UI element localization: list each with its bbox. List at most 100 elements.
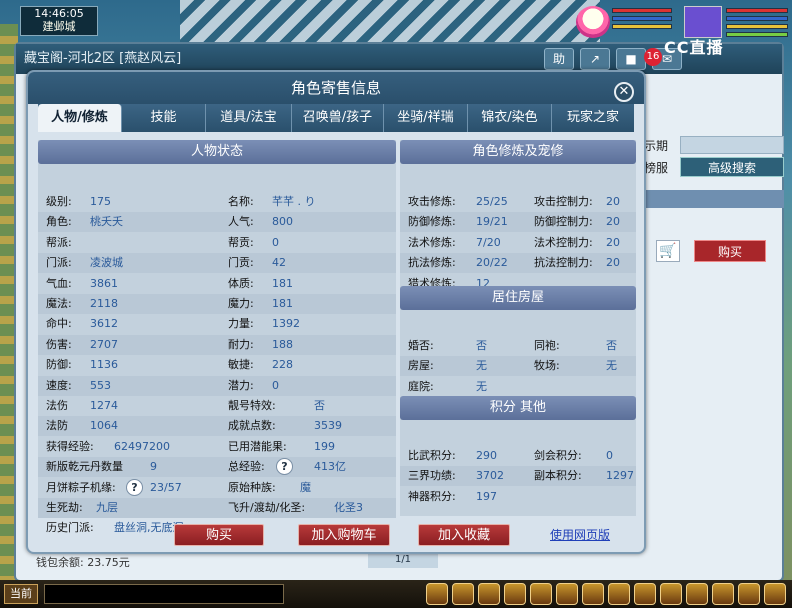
buy-button[interactable]: 购买	[174, 524, 264, 546]
house-label: 牧场:	[534, 359, 560, 373]
stat-value	[90, 233, 210, 253]
stat-value: 42	[272, 256, 286, 270]
task-icon[interactable]	[478, 583, 500, 605]
task-icon[interactable]	[712, 583, 734, 605]
cultivation-label: 抗法修炼:	[408, 256, 456, 270]
message-count-badge: 16	[644, 48, 662, 66]
task-icon[interactable]	[582, 583, 604, 605]
cultivation-value: 20	[606, 195, 620, 208]
points-label: 神器积分:	[408, 489, 456, 503]
tab-items[interactable]: 道具/法宝	[206, 104, 292, 132]
tab-outfits[interactable]: 锦衣/染色	[468, 104, 552, 132]
roof-decoration	[180, 0, 600, 44]
cc-live-logo: CC直播	[664, 38, 724, 57]
server-label: 榜服	[644, 160, 669, 175]
total-exp-label: 总经验:	[228, 460, 265, 474]
tab-skills[interactable]: 技能	[122, 104, 206, 132]
channel-chip[interactable]: 当前	[4, 584, 38, 604]
right-info-panel: 角色修炼及宠修 攻击修炼: 25/25 攻击控制力: 20 防御修炼: 19/21 防御控制…	[400, 140, 636, 516]
stat-label: 速度:	[46, 378, 72, 392]
task-icon[interactable]	[452, 583, 474, 605]
cultivation-label: 防御修炼:	[408, 215, 456, 229]
cultivation-label: 攻击修炼:	[408, 195, 456, 208]
cultivation-value: 20	[606, 256, 620, 270]
pager[interactable]: 1/1	[368, 552, 438, 568]
tab-pets[interactable]: 召唤兽/孩子	[292, 104, 384, 132]
stat-label: 气血:	[46, 276, 72, 290]
share-button[interactable]: ↗	[580, 48, 610, 70]
stat-label: 防御:	[46, 358, 72, 372]
side-buy-button[interactable]: 购买	[694, 240, 766, 262]
clock-time: 14:46:05	[34, 7, 84, 20]
shop-window-title: 藏宝阁-河北2区 [燕赵风云]	[24, 51, 182, 66]
shop-filter-panel: 示期 榜服 高级搜索	[644, 134, 784, 178]
chat-input[interactable]	[44, 584, 284, 604]
cart-icon[interactable]: 🛒	[656, 240, 680, 262]
help-icon[interactable]: ?	[126, 478, 143, 496]
points-value: 3702	[476, 469, 504, 483]
stat-value: 凌波城	[90, 256, 123, 270]
stat-value: 553	[90, 378, 111, 392]
wallet-balance: 钱包余额: 23.75元	[36, 556, 130, 569]
stat-value: 181	[272, 276, 293, 290]
house-label: 婚否:	[408, 339, 434, 352]
shengsi-value: 九层	[96, 501, 118, 514]
task-icon[interactable]	[686, 583, 708, 605]
house-header: 居住房屋	[400, 286, 636, 310]
stat-label: 门派:	[46, 256, 72, 270]
stat-value: 1064	[90, 419, 118, 433]
cultivation-value: 25/25	[476, 195, 508, 208]
stat-value: 1392	[272, 317, 300, 331]
points-header: 积分 其他	[400, 396, 636, 420]
task-icon[interactable]	[608, 583, 630, 605]
stat-value: 0	[272, 235, 279, 249]
task-icon[interactable]	[660, 583, 682, 605]
feisheng-label: 飞升/渡劫/化圣:	[228, 501, 306, 514]
tab-mounts[interactable]: 坐骑/祥瑞	[384, 104, 468, 132]
dialog-action-buttons: 购买 加入购物车 加入收藏 使用网页版	[28, 524, 644, 550]
taskbar-icons	[426, 583, 792, 605]
add-to-favorites-button[interactable]: 加入收藏	[418, 524, 510, 546]
race-label: 原始种族:	[228, 480, 276, 494]
stat-label: 级别:	[46, 195, 72, 208]
stat-label: 成就点数:	[228, 419, 276, 433]
period-input[interactable]	[680, 136, 784, 154]
task-icon[interactable]	[738, 583, 760, 605]
panel-area: 人物状态 级别: 175 角色: 桃夭夭 帮派: 门派: 凌波城 气血: 3861 魔法: 2118…	[38, 140, 636, 534]
house-label: 房屋:	[408, 359, 434, 373]
web-version-link[interactable]: 使用网页版	[550, 526, 610, 543]
task-icon[interactable]	[556, 583, 578, 605]
game-clock: 14:46:05 建邺城	[20, 6, 98, 36]
pet-status-bars	[612, 8, 672, 32]
close-icon[interactable]: ✕	[614, 82, 634, 102]
race-value: 魔	[300, 480, 311, 494]
task-icon[interactable]	[530, 583, 552, 605]
zongzi-label: 月饼粽子机缘:	[46, 480, 116, 494]
add-to-cart-button[interactable]: 加入购物车	[298, 524, 390, 546]
points-label: 比武积分:	[408, 449, 456, 462]
stat-value: 3612	[90, 317, 118, 331]
stat-label: 靓号特效:	[228, 399, 276, 412]
stat-label: 魔法:	[46, 297, 72, 310]
tab-player-home[interactable]: 玩家之家	[552, 104, 634, 132]
points-value: 197	[476, 489, 497, 503]
cultivation-value: 20/22	[476, 256, 508, 270]
help-button[interactable]: 助	[544, 48, 574, 70]
stop-button[interactable]: ■	[616, 48, 646, 70]
task-icon[interactable]	[426, 583, 448, 605]
stat-value: 桃夭夭	[90, 215, 123, 229]
character-status-header: 人物状态	[38, 140, 396, 164]
stat-label: 帮派:	[46, 235, 72, 249]
feisheng-value: 化圣3	[334, 501, 363, 514]
task-icon[interactable]	[634, 583, 656, 605]
cultivation-value: 19/21	[476, 215, 508, 229]
tab-character[interactable]: 人物/修炼	[38, 104, 122, 132]
stat-value: 1274	[90, 399, 118, 412]
stat-label: 角色:	[46, 215, 72, 229]
task-icon[interactable]	[764, 583, 786, 605]
task-icon[interactable]	[504, 583, 526, 605]
pet-avatar[interactable]	[576, 6, 610, 38]
character-status-panel: 人物状态 级别: 175 角色: 桃夭夭 帮派: 门派: 凌波城 气血: 3861 魔法: 2118…	[38, 140, 396, 534]
advanced-search-button[interactable]: 高级搜索	[680, 157, 784, 177]
game-taskbar: 当前	[0, 580, 792, 608]
